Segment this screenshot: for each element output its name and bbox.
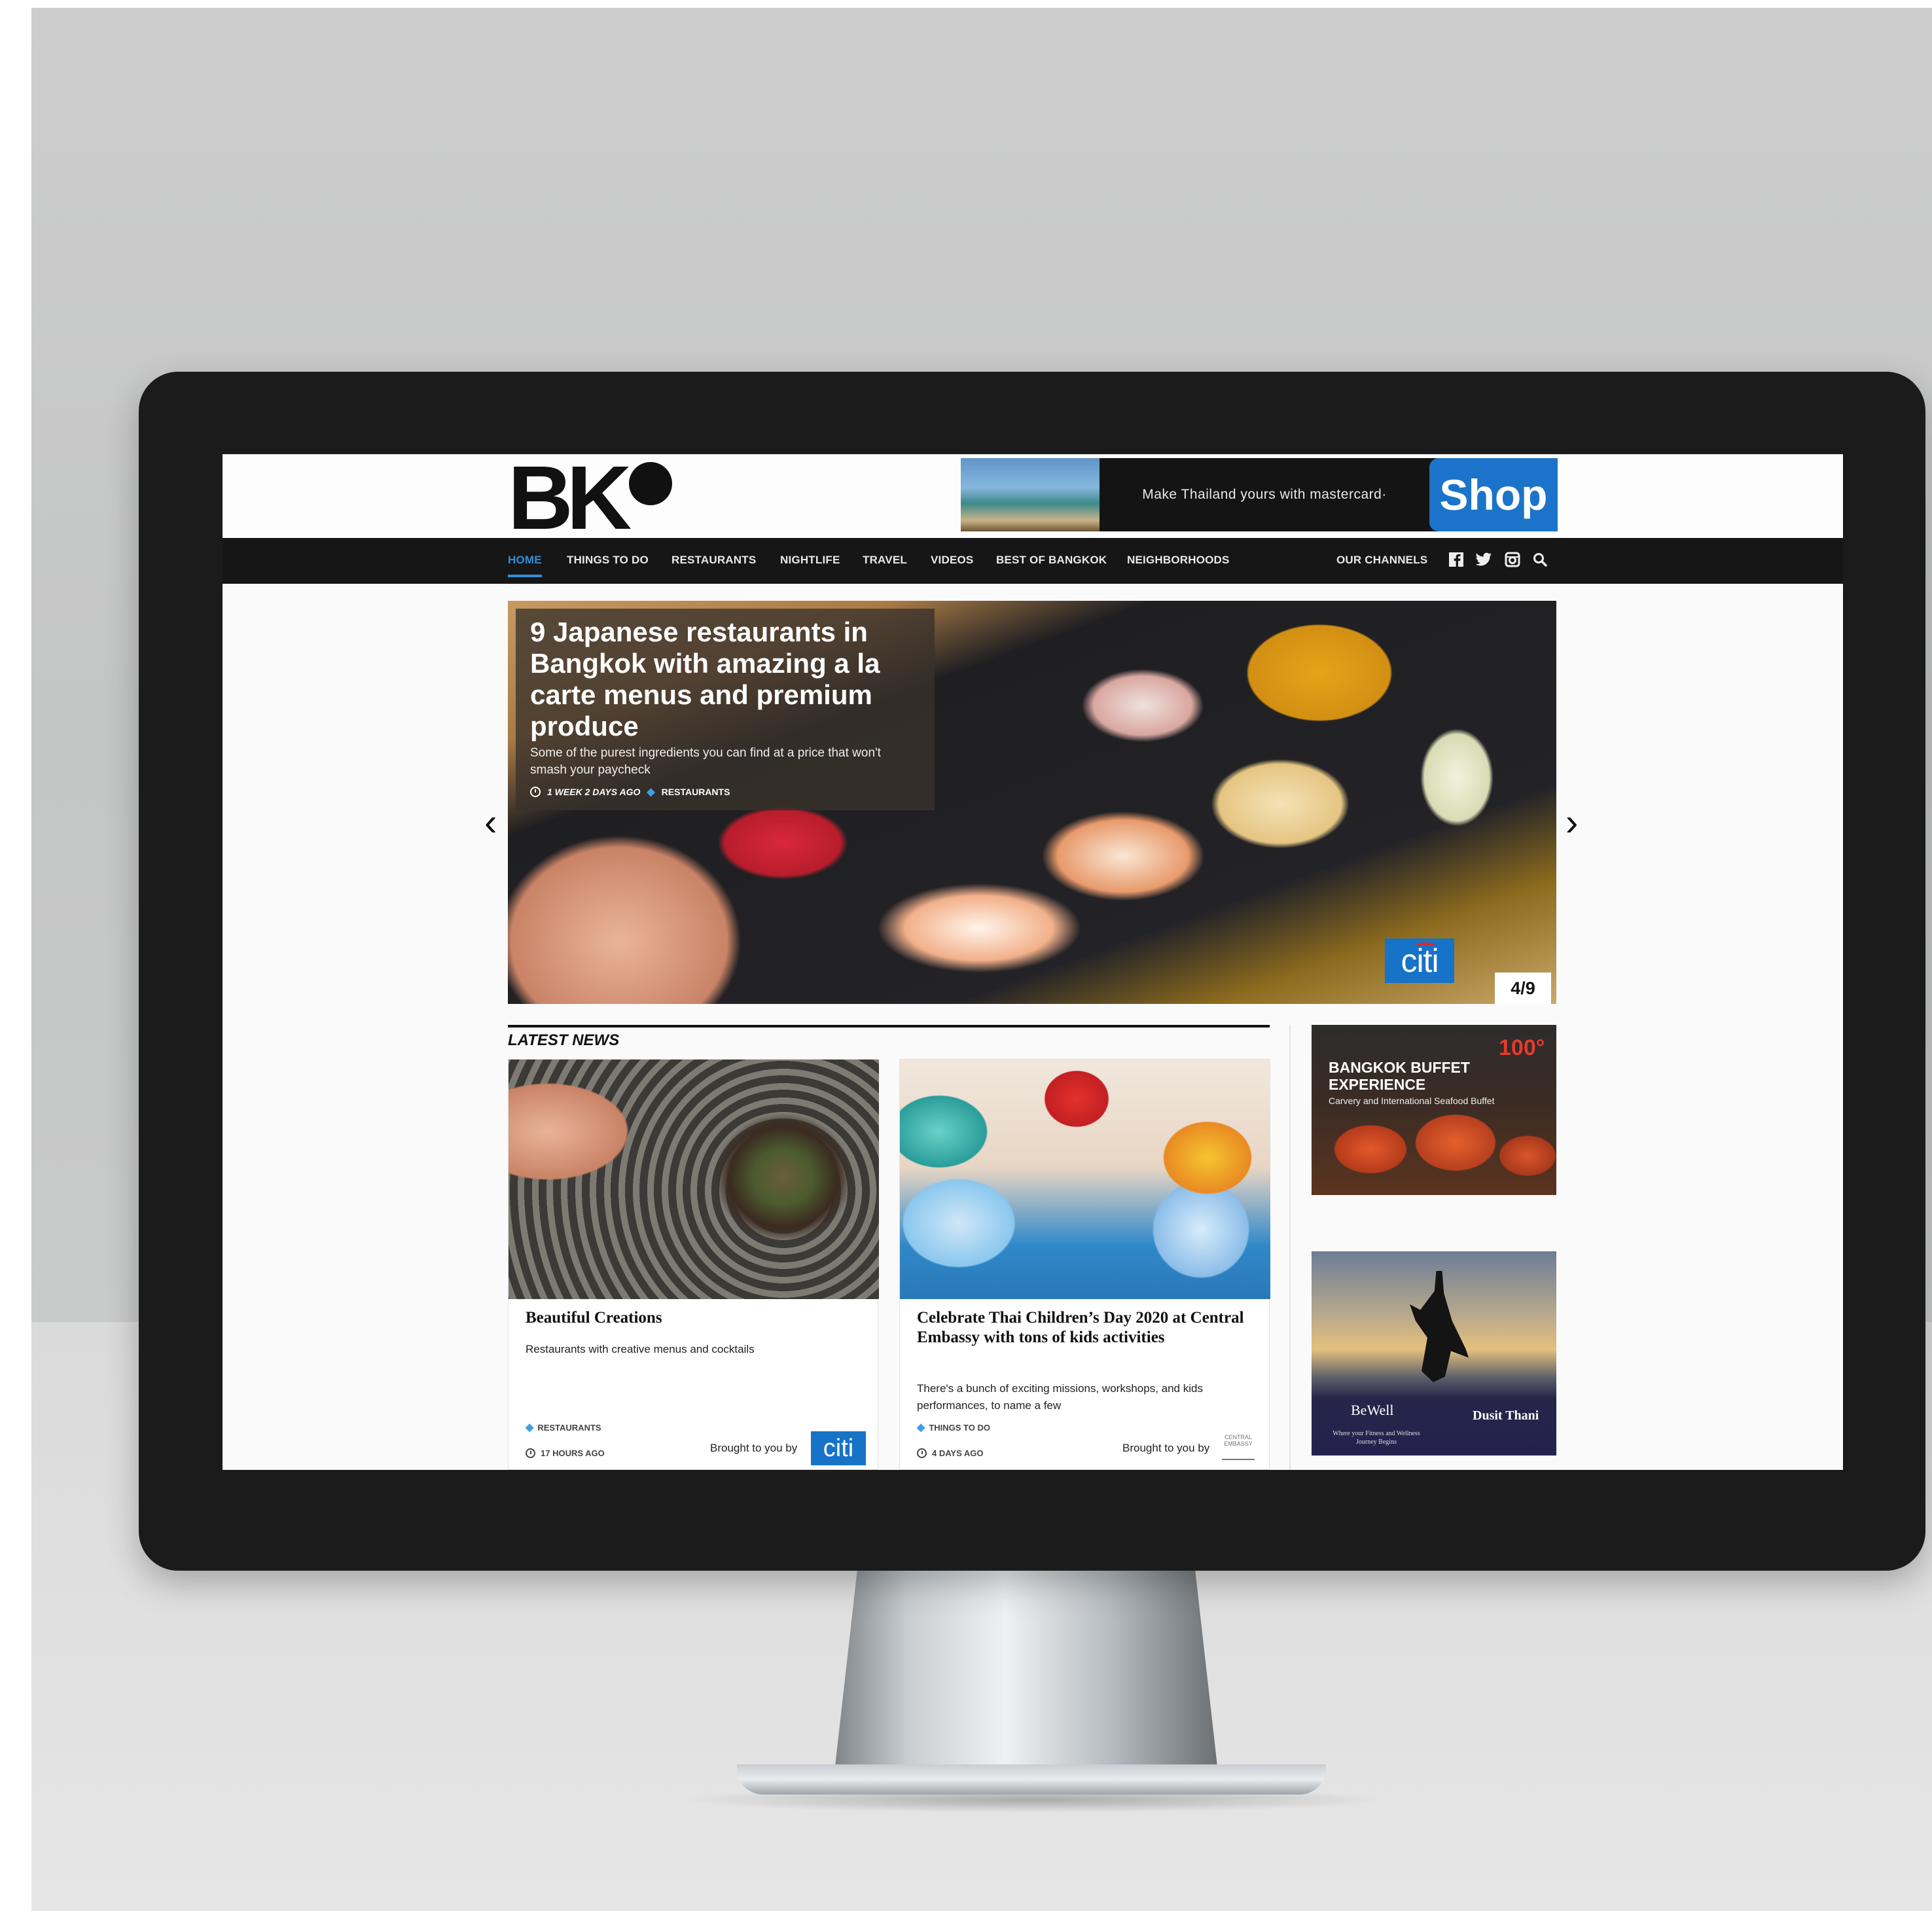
monitor-screen: BK Make Thailand yours with mastercard· …	[223, 454, 1843, 1470]
tag-icon: ◆	[526, 1422, 534, 1433]
clock-icon	[526, 1448, 535, 1458]
nav-item-videos[interactable]: VIDEOS	[931, 554, 973, 567]
latest-news-heading: LATEST NEWS	[508, 1031, 620, 1049]
hero-prev-arrow-icon[interactable]: ‹	[484, 804, 497, 842]
card-description: Restaurants with creative menus and cock…	[526, 1343, 755, 1355]
ad-title: BANGKOK BUFFET EXPERIENCE	[1329, 1059, 1470, 1093]
card-title[interactable]: Celebrate Thai Children’s Day 2020 at Ce…	[917, 1308, 1251, 1348]
monitor-stand-base	[737, 1764, 1326, 1795]
ad-badge: 100°	[1499, 1035, 1545, 1060]
top-banner-ad[interactable]: Make Thailand yours with mastercard· Sho…	[961, 458, 1558, 531]
hero-caption: 9 Japanese restaurants in Bangkok with a…	[516, 609, 935, 810]
hero-time: 1 WEEK 2 DAYS AGO	[547, 787, 641, 797]
nav-item-best-of-bangkok[interactable]: BEST OF BANGKOK	[996, 554, 1107, 567]
our-channels-label: OUR CHANNELS	[1336, 554, 1428, 566]
card-time-label: 4 DAYS AGO	[932, 1448, 984, 1458]
ad-beach-photo	[961, 458, 1100, 531]
central-embassy-logo: CENTRAL EMBASSY	[1222, 1434, 1255, 1460]
hero-meta: 1 WEEK 2 DAYS AGO ◆ RESTAURANTS	[530, 785, 920, 798]
sidebar-divider	[1289, 1025, 1291, 1470]
instagram-icon[interactable]	[1504, 551, 1521, 568]
ad-tagline: Make Thailand yours with mastercard·	[1142, 487, 1387, 502]
tag-icon: ◆	[647, 787, 655, 798]
monitor-stand-neck	[833, 1558, 1219, 1780]
card-image	[509, 1060, 879, 1299]
site-logo[interactable]: BK	[508, 454, 673, 543]
citi-sponsor-logo: citi	[811, 1431, 866, 1465]
card-category[interactable]: ◆ RESTAURANTS	[526, 1421, 601, 1434]
news-card[interactable]: Beautiful Creations Restaurants with cre…	[508, 1059, 879, 1470]
hero-slide[interactable]: 9 Japanese restaurants in Bangkok with a…	[508, 601, 1556, 1004]
hero-title[interactable]: 9 Japanese restaurants in Bangkok with a…	[530, 616, 920, 742]
dusit-thani-logo: Dusit Thani	[1473, 1408, 1539, 1423]
citi-sponsor-logo: citi	[1385, 938, 1454, 983]
nav-item-neighborhoods[interactable]: NEIGHBORHOODS	[1127, 554, 1230, 567]
brought-to-you-by: Brought to you by	[710, 1442, 798, 1454]
clock-icon	[917, 1448, 927, 1458]
nav-item-restaurants[interactable]: RESTAURANTS	[671, 554, 756, 567]
sidebar-ad-buffet[interactable]: 100° BANGKOK BUFFET EXPERIENCE Carvery a…	[1312, 1025, 1556, 1195]
card-category-label: RESTAURANTS	[537, 1422, 601, 1433]
nav-active-underline	[508, 575, 542, 577]
nav-item-home[interactable]: HOME	[508, 554, 542, 567]
nav-item-things-to-do[interactable]: THINGS TO DO	[567, 554, 649, 567]
card-category-label: THINGS TO DO	[929, 1422, 990, 1433]
hero-next-arrow-icon[interactable]: ›	[1565, 804, 1578, 842]
latest-news-rule	[508, 1025, 1270, 1027]
facebook-icon[interactable]	[1448, 551, 1465, 568]
hero-description: Some of the purest ingredients you can f…	[530, 746, 881, 777]
nav-item-travel[interactable]: TRAVEL	[863, 554, 907, 567]
clock-icon	[530, 787, 541, 797]
nav-item-nightlife[interactable]: NIGHTLIFE	[780, 554, 840, 567]
sidebar-ad-wellness[interactable]: BeWell Where your Fitness and Wellness J…	[1312, 1251, 1556, 1456]
bewell-logo: BeWell	[1351, 1402, 1394, 1418]
card-image-hand	[509, 1060, 659, 1204]
card-time-label: 17 HOURS AGO	[541, 1448, 605, 1458]
citi-arc-icon	[1415, 942, 1436, 950]
yoga-silhouette	[1410, 1271, 1469, 1382]
ad-subtitle: Carvery and International Seafood Buffet	[1329, 1096, 1495, 1106]
main-nav: HOME THINGS TO DO RESTAURANTS NIGHTLIFE …	[223, 538, 1843, 584]
slide-counter: 4/9	[1495, 973, 1551, 1004]
news-card[interactable]: Celebrate Thai Children’s Day 2020 at Ce…	[899, 1059, 1270, 1470]
logo-dot-icon	[629, 462, 673, 505]
bewell-tagline: Where your Fitness and Wellness Journey …	[1333, 1430, 1420, 1446]
card-image	[900, 1060, 1270, 1299]
hero-category[interactable]: RESTAURANTS	[662, 787, 730, 797]
twitter-icon[interactable]	[1475, 551, 1492, 568]
logo-text: BK	[508, 454, 632, 548]
tag-icon: ◆	[917, 1422, 925, 1433]
site-header: BK Make Thailand yours with mastercard· …	[223, 454, 1843, 543]
search-icon[interactable]	[1531, 551, 1548, 568]
card-time: 17 HOURS AGO	[526, 1448, 605, 1458]
card-category[interactable]: ◆ THINGS TO DO	[917, 1421, 990, 1434]
card-title[interactable]: Beautiful Creations	[526, 1308, 859, 1328]
brought-to-you-by: Brought to you by	[1122, 1442, 1210, 1454]
ad-shop-button[interactable]: Shop	[1429, 458, 1558, 531]
card-description: There's a bunch of exciting missions, wo…	[917, 1382, 1203, 1412]
card-time: 4 DAYS AGO	[917, 1448, 984, 1458]
